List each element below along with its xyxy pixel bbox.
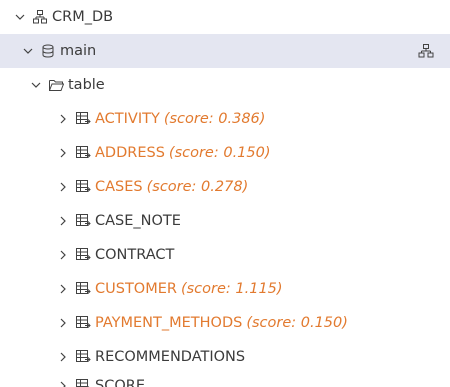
table-icon: [75, 213, 91, 229]
table-icon: [75, 247, 91, 263]
table-name: CASE_NOTE: [95, 213, 181, 229]
chevron-right-icon[interactable]: [55, 213, 71, 229]
table-name: CASES: [95, 179, 143, 195]
table-icon: [75, 349, 91, 365]
table-name: PAYMENT_METHODS: [95, 315, 243, 331]
database-label: CRM_DB: [52, 9, 114, 25]
schema-label: main: [60, 43, 97, 59]
table-score: (score: 0.278): [146, 179, 249, 195]
tree-node-table[interactable]: CONTRACT: [0, 238, 450, 272]
chevron-down-icon[interactable]: [28, 77, 44, 93]
tree-node-schema[interactable]: main: [0, 34, 450, 68]
table-name: RECOMMENDATIONS: [95, 349, 246, 365]
chevron-down-icon[interactable]: [20, 43, 36, 59]
chevron-right-icon[interactable]: [55, 349, 71, 365]
tree-node-table[interactable]: SCORE: [0, 370, 450, 387]
chevron-right-icon[interactable]: [55, 247, 71, 263]
database-tree: CRM_DB main table ACTIVITY (score: 0.386…: [0, 0, 450, 387]
table-icon: [75, 179, 91, 195]
table-icon: [75, 145, 91, 161]
table-name: SCORE: [95, 378, 145, 387]
chevron-right-icon[interactable]: [55, 315, 71, 331]
tree-node-table[interactable]: RECOMMENDATIONS: [0, 340, 450, 374]
tree-node-folder-table[interactable]: table: [0, 68, 450, 102]
database-icon: [40, 43, 56, 59]
tree-node-table[interactable]: CASE_NOTE: [0, 204, 450, 238]
tree-node-table[interactable]: ADDRESS (score: 0.150): [0, 136, 450, 170]
table-icon: [75, 315, 91, 331]
tree-node-table[interactable]: CUSTOMER (score: 1.115): [0, 272, 450, 306]
chevron-right-icon[interactable]: [55, 111, 71, 127]
table-icon: [75, 111, 91, 127]
tree-node-table[interactable]: ACTIVITY (score: 0.386): [0, 102, 450, 136]
schema-diagram-icon[interactable]: [418, 43, 434, 59]
chevron-right-icon[interactable]: [55, 179, 71, 195]
table-name: CONTRACT: [95, 247, 175, 263]
chevron-right-icon[interactable]: [55, 378, 71, 387]
table-score: (score: 0.150): [246, 315, 348, 331]
table-icon: [75, 281, 91, 297]
folder-icon: [48, 77, 64, 93]
table-score: (score: 1.115): [180, 281, 283, 297]
tree-node-database[interactable]: CRM_DB: [0, 0, 450, 34]
table-name: CUSTOMER: [95, 281, 177, 297]
table-score: (score: 0.386): [163, 111, 266, 127]
schema-icon: [32, 9, 48, 25]
table-name: ADDRESS: [95, 145, 165, 161]
chevron-right-icon[interactable]: [55, 145, 71, 161]
chevron-right-icon[interactable]: [55, 281, 71, 297]
chevron-down-icon[interactable]: [12, 9, 28, 25]
tree-node-table[interactable]: CASES (score: 0.278): [0, 170, 450, 204]
table-icon: [75, 378, 91, 387]
table-name: ACTIVITY: [95, 111, 160, 127]
folder-label: table: [68, 77, 105, 93]
tree-node-table[interactable]: PAYMENT_METHODS (score: 0.150): [0, 306, 450, 340]
table-score: (score: 0.150): [168, 145, 271, 161]
